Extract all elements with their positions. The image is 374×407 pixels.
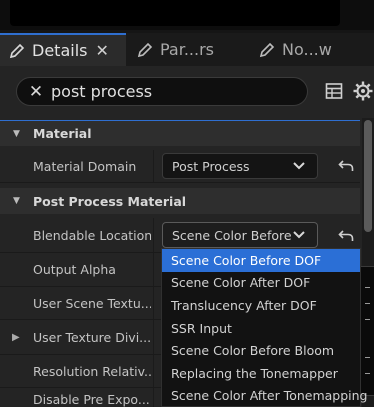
gear-icon[interactable]: [352, 80, 374, 102]
column-splitter[interactable]: [153, 253, 154, 286]
property-label: Resolution Relativ...: [33, 363, 151, 379]
chevron-down-icon: [293, 162, 305, 170]
close-icon[interactable]: ✕: [25, 82, 47, 102]
pencil-icon: [8, 42, 26, 60]
viewport-edge: [10, 0, 340, 26]
tab-details[interactable]: Details ✕: [0, 33, 126, 66]
category-post-process-material[interactable]: ▼ Post Process Material: [0, 188, 360, 214]
menu-item-replacing-the-tonemapper[interactable]: Replacing the Tonemapper: [162, 362, 360, 385]
menu-item-scene-color-before-bloom[interactable]: Scene Color Before Bloom: [162, 339, 360, 362]
blendable-location-options-menu: Scene Color Before DOF Scene Color After…: [161, 248, 368, 407]
tab-details-label: Details: [32, 41, 88, 60]
tab-node-window-label: No...w: [282, 40, 332, 59]
category-post-process-material-label: Post Process Material: [33, 193, 187, 209]
table-icon[interactable]: [323, 80, 345, 102]
property-label: User Texture Divi...: [33, 329, 151, 345]
close-tab-icon[interactable]: ✕: [95, 41, 108, 60]
tab-bar: Details ✕ Par...rs No...w: [0, 33, 374, 66]
search-box[interactable]: ✕: [16, 77, 308, 106]
category-material-label: Material: [33, 126, 92, 141]
category-material[interactable]: ▼ Material: [0, 120, 360, 146]
search-input[interactable]: [51, 82, 291, 101]
column-splitter[interactable]: [153, 320, 154, 354]
title-strip: [0, 0, 374, 30]
chevron-down-icon: [293, 231, 305, 239]
dropdown-value: Post Process: [172, 158, 250, 174]
reset-to-default-icon[interactable]: [336, 226, 356, 246]
property-label: Disable Pre Expo...: [33, 392, 150, 407]
column-splitter[interactable]: [153, 287, 154, 319]
reset-to-default-icon[interactable]: [336, 156, 356, 176]
property-label: Output Alpha: [33, 262, 116, 277]
property-label: Material Domain: [33, 158, 137, 174]
dropdown-value: Scene Color Before D: [172, 227, 293, 243]
column-splitter[interactable]: [153, 355, 154, 387]
menu-item-scene-color-before-dof[interactable]: Scene Color Before DOF: [162, 249, 360, 272]
tab-parameters[interactable]: Par...rs: [128, 33, 248, 66]
column-splitter[interactable]: [153, 218, 154, 252]
tab-node-window[interactable]: No...w: [250, 33, 374, 66]
chevron-down-icon: ▼: [13, 196, 20, 206]
chevron-right-icon[interactable]: ▶: [12, 320, 20, 354]
pencil-icon: [136, 41, 154, 59]
property-label: User Scene Textu...: [33, 295, 151, 311]
tab-parameters-label: Par...rs: [160, 40, 215, 59]
menu-item-scene-color-after-tonemapping[interactable]: Scene Color After Tonemapping: [162, 385, 368, 407]
property-label: Blendable Location: [33, 227, 151, 243]
column-splitter[interactable]: [153, 150, 154, 182]
column-splitter[interactable]: [153, 388, 154, 407]
tooltip-popup: [360, 266, 374, 396]
menu-item-translucency-after-dof[interactable]: Translucency After DOF: [162, 294, 360, 317]
chevron-down-icon: ▼: [13, 128, 20, 139]
material-domain-dropdown[interactable]: Post Process: [162, 153, 318, 179]
pencil-icon: [258, 41, 276, 59]
menu-item-ssr-input[interactable]: SSR Input: [162, 317, 360, 340]
property-row-material-domain: Material Domain Post Process: [0, 150, 360, 183]
scrollbar-thumb[interactable]: [364, 120, 372, 232]
blendable-location-dropdown[interactable]: Scene Color Before D: [162, 222, 318, 248]
menu-item-scene-color-after-dof[interactable]: Scene Color After DOF: [162, 272, 360, 295]
